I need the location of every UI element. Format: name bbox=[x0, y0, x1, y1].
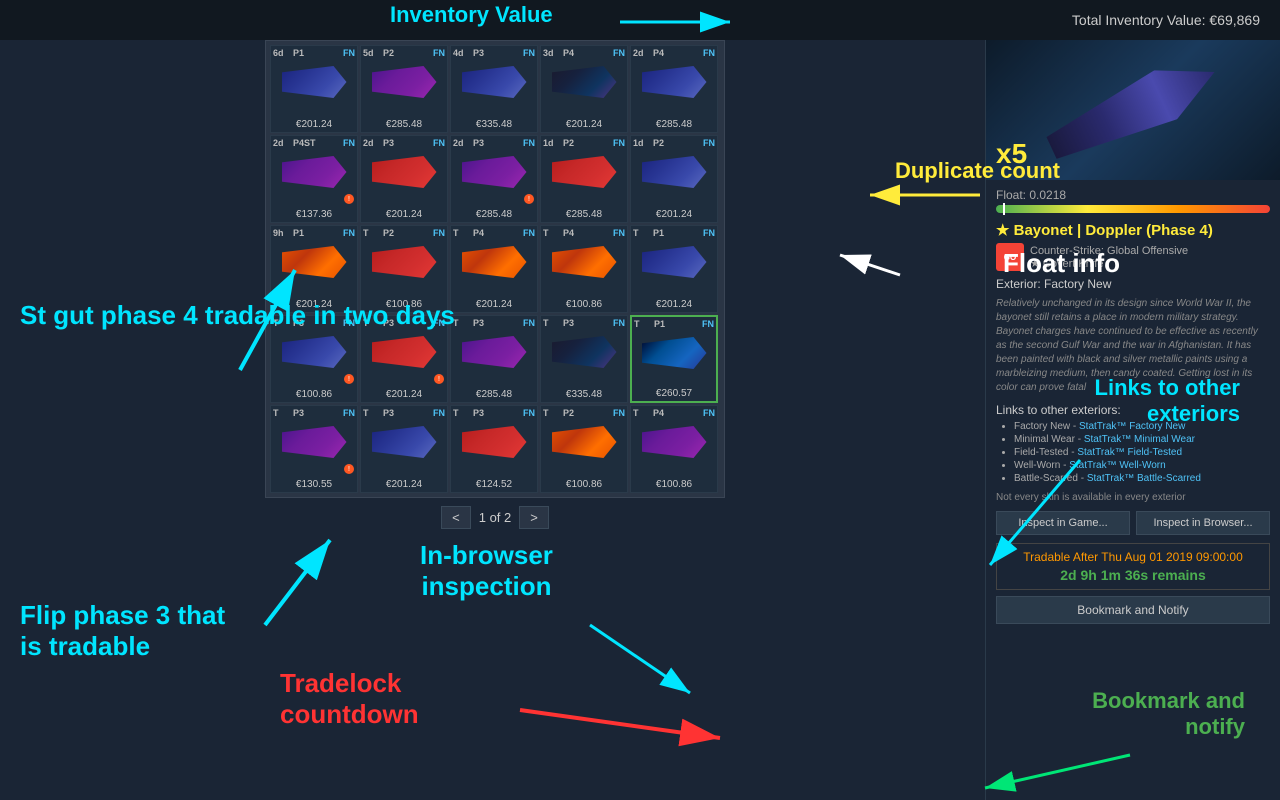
next-page-button[interactable]: > bbox=[519, 506, 549, 529]
inventory-item[interactable]: T P3 FN €285.48 bbox=[450, 315, 538, 403]
inventory-item[interactable]: T P3 FN €124.52 bbox=[450, 405, 538, 493]
inventory-item[interactable]: T P3 FN €201.24 bbox=[360, 405, 448, 493]
tradable-info: Tradable After Thu Aug 01 2019 09:00:00 … bbox=[996, 543, 1270, 590]
action-buttons: Inspect in Game... Inspect in Browser... bbox=[996, 511, 1270, 535]
annotation-links: Links to other exteriors bbox=[1095, 375, 1240, 428]
annotation-bookmark: Bookmark and notify bbox=[1092, 688, 1245, 741]
tradable-timer: 2d 9h 1m 36s remains bbox=[1003, 567, 1263, 583]
exterior-link-item: Minimal Wear - StatTrak™ Minimal Wear bbox=[1014, 434, 1270, 445]
annotation-tradelock: Tradelock countdown bbox=[280, 668, 419, 730]
inventory-item[interactable]: 1d P2 FN €201.24 bbox=[630, 135, 718, 223]
inventory-item[interactable]: T P1 FN €260.57 bbox=[630, 315, 718, 403]
annotation-st-gut: St gut phase 4 tradable in two days bbox=[20, 300, 455, 331]
exterior-link-item: Well-Worn - StatTrak™ Well-Worn bbox=[1014, 460, 1270, 471]
inventory-item[interactable]: 2d P3 FN €201.24 bbox=[360, 135, 448, 223]
inventory-item[interactable]: T P3 FN €335.48 bbox=[540, 315, 628, 403]
exterior-link-item: Battle-Scarred - StatTrak™ Battle-Scarre… bbox=[1014, 473, 1270, 484]
inventory-item[interactable]: 4d P3 FN €335.48 bbox=[450, 45, 538, 133]
inventory-section: 6d P1 FN €201.24 5d P2 FN €285.48 4d P3 … bbox=[265, 40, 725, 533]
inventory-item[interactable]: T P4 FN €100.86 bbox=[630, 405, 718, 493]
exterior-link[interactable]: StatTrak™ Minimal Wear bbox=[1084, 434, 1195, 445]
exterior-link[interactable]: StatTrak™ Battle-Scarred bbox=[1087, 473, 1201, 484]
inventory-item[interactable]: 2d P4ST FN ! €137.36 bbox=[270, 135, 358, 223]
inspect-game-button[interactable]: Inspect in Game... bbox=[996, 511, 1130, 535]
exterior-links-list: Factory New - StatTrak™ Factory NewMinim… bbox=[996, 421, 1270, 484]
inventory-item[interactable]: T P4 FN €201.24 bbox=[450, 225, 538, 313]
knife-shape bbox=[1039, 45, 1227, 175]
inventory-grid: 6d P1 FN €201.24 5d P2 FN €285.48 4d P3 … bbox=[265, 40, 725, 498]
total-inventory-value: Total Inventory Value: €69,869 bbox=[1072, 12, 1260, 28]
inventory-item[interactable]: 1d P2 FN €285.48 bbox=[540, 135, 628, 223]
prev-page-button[interactable]: < bbox=[441, 506, 471, 529]
tradable-date: Tradable After Thu Aug 01 2019 09:00:00 bbox=[1003, 550, 1263, 564]
annotation-float: Float info bbox=[1003, 248, 1120, 279]
inventory-item[interactable]: 5d P2 FN €285.48 bbox=[360, 45, 448, 133]
inventory-item[interactable]: 3d P4 FN €201.24 bbox=[540, 45, 628, 133]
annotation-inventory-value: Inventory Value bbox=[390, 2, 553, 28]
inventory-item[interactable]: T P4 FN €100.86 bbox=[540, 225, 628, 313]
pagination: < 1 of 2 > bbox=[265, 502, 725, 533]
float-marker bbox=[1003, 203, 1005, 215]
bookmark-button[interactable]: Bookmark and Notify bbox=[996, 596, 1270, 624]
not-every-note: Not every skin is available in every ext… bbox=[996, 492, 1270, 503]
exterior-link-item: Field-Tested - StatTrak™ Field-Tested bbox=[1014, 447, 1270, 458]
inventory-item[interactable]: 6d P1 FN €201.24 bbox=[270, 45, 358, 133]
inspect-browser-button[interactable]: Inspect in Browser... bbox=[1136, 511, 1270, 535]
exterior-link[interactable]: StatTrak™ Well-Worn bbox=[1069, 460, 1166, 471]
inventory-item[interactable]: 2d P3 FN ! €285.48 bbox=[450, 135, 538, 223]
exterior-link[interactable]: StatTrak™ Field-Tested bbox=[1077, 447, 1182, 458]
annotation-duplicate: Duplicate count bbox=[895, 158, 1060, 184]
annotation-flip: Flip phase 3 that is tradable bbox=[20, 600, 225, 662]
inventory-item[interactable]: T P2 FN €100.86 bbox=[540, 405, 628, 493]
float-label: Float: 0.0218 bbox=[996, 188, 1270, 202]
page-info: 1 of 2 bbox=[479, 510, 512, 525]
item-name: ★ Bayonet | Doppler (Phase 4) bbox=[996, 221, 1270, 239]
float-bar bbox=[996, 205, 1270, 213]
annotation-inspection: In-browser inspection bbox=[420, 540, 553, 602]
inventory-item[interactable]: 2d P4 FN €285.48 bbox=[630, 45, 718, 133]
inventory-item[interactable]: T P1 FN €201.24 bbox=[630, 225, 718, 313]
top-bar: Total Inventory Value: €69,869 bbox=[0, 0, 1280, 40]
inventory-item[interactable]: T P3 FN ! €130.55 bbox=[270, 405, 358, 493]
